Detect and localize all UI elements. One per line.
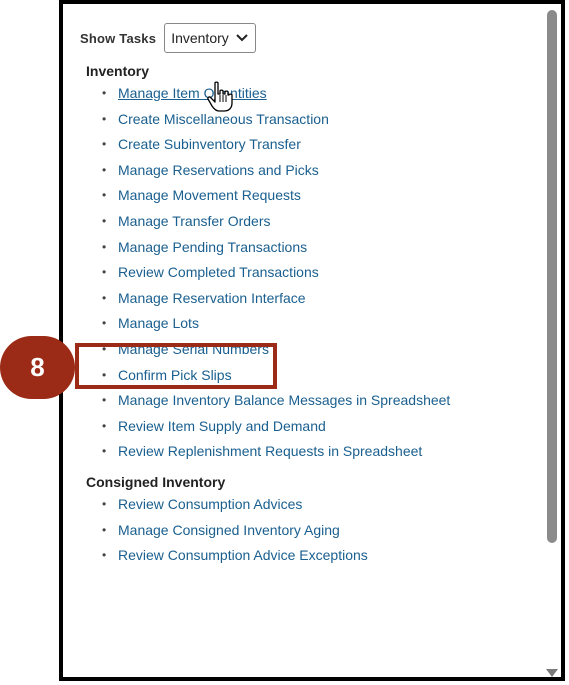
scroll-down-arrow-icon[interactable] xyxy=(546,669,558,677)
task-link[interactable]: Create Miscellaneous Transaction xyxy=(86,107,450,133)
task-link[interactable]: Review Replenishment Requests in Spreads… xyxy=(86,439,450,465)
task-link[interactable]: Manage Transfer Orders xyxy=(86,209,450,235)
inventory-task-list: Manage Item Quantities Create Miscellane… xyxy=(86,81,450,465)
task-link[interactable]: Manage Inventory Balance Messages in Spr… xyxy=(86,388,450,414)
scrollbar-thumb[interactable] xyxy=(547,10,557,543)
task-link[interactable]: Manage Consigned Inventory Aging xyxy=(86,518,368,544)
tasks-panel: Show Tasks Inventory Inventory Manage It… xyxy=(59,0,565,681)
consigned-task-list: Review Consumption Advices Manage Consig… xyxy=(86,492,368,569)
section-title-inventory: Inventory xyxy=(86,63,150,79)
show-tasks-selected-value: Inventory xyxy=(171,30,229,46)
task-link[interactable]: Manage Reservations and Picks xyxy=(86,158,450,184)
chevron-down-icon xyxy=(235,31,249,45)
task-link[interactable]: Review Consumption Advices xyxy=(86,492,368,518)
task-link[interactable]: Manage Reservation Interface xyxy=(86,286,450,312)
step-number-badge: 8 xyxy=(0,336,75,399)
inventory-section: Inventory Manage Item Quantities Create … xyxy=(86,61,450,465)
task-link[interactable]: Review Item Supply and Demand xyxy=(86,414,450,440)
task-link[interactable]: Review Completed Transactions xyxy=(86,260,450,286)
consigned-inventory-section: Consigned Inventory Review Consumption A… xyxy=(86,472,368,569)
task-link[interactable]: Manage Lots xyxy=(86,311,450,337)
task-link[interactable]: Manage Pending Transactions xyxy=(86,235,450,261)
show-tasks-dropdown[interactable]: Inventory xyxy=(164,23,257,53)
task-link[interactable]: Manage Item Quantities xyxy=(86,81,450,107)
vertical-scrollbar[interactable] xyxy=(546,7,558,677)
task-link[interactable]: Create Subinventory Transfer xyxy=(86,132,450,158)
section-title-consigned-inventory: Consigned Inventory xyxy=(86,474,226,490)
callout-highlight-box xyxy=(75,343,277,389)
hand-pointer-icon xyxy=(207,81,233,113)
task-link[interactable]: Review Consumption Advice Exceptions xyxy=(86,543,368,569)
task-link[interactable]: Manage Movement Requests xyxy=(86,183,450,209)
show-tasks-label: Show Tasks xyxy=(80,30,157,46)
show-tasks-row: Show Tasks Inventory xyxy=(80,22,257,54)
